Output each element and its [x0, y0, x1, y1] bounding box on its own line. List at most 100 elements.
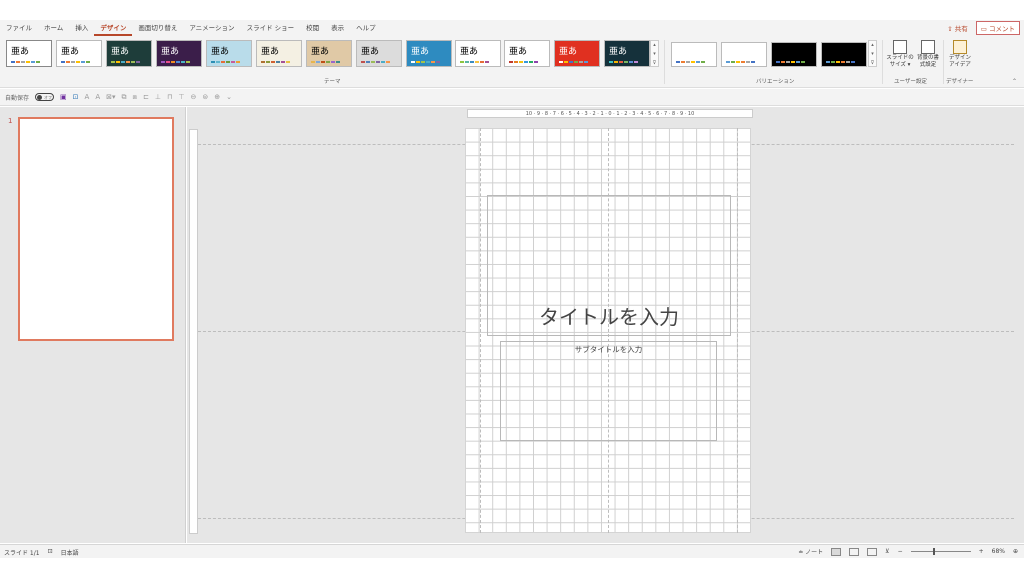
variation-color-swatches: [826, 61, 855, 63]
theme-color-swatches: [161, 61, 190, 63]
vertical-ruler: [189, 129, 198, 534]
guide-line[interactable]: [480, 128, 481, 533]
normal-view-icon[interactable]: [831, 547, 842, 556]
status-bar: スライド 1/1 ⊡ 日本語 ≐ ノート ⊻ − + 68% ⊕: [0, 544, 1024, 558]
slide-indicator: スライド 1/1: [4, 550, 40, 557]
theme-sample-text: 亜あ: [11, 47, 30, 57]
variation-thumbnail[interactable]: [771, 42, 817, 67]
notes-button[interactable]: ≐ ノート: [798, 547, 823, 556]
autosave-label: 自動保存: [5, 94, 30, 102]
tab-1[interactable]: ホーム: [38, 20, 69, 36]
designer-group-label: デザイナー: [946, 79, 974, 85]
zoom-in-icon[interactable]: +: [979, 548, 984, 555]
variation-thumbnail[interactable]: [671, 42, 717, 67]
slide-thumbnail[interactable]: [18, 117, 174, 341]
subtitle-placeholder[interactable]: サブタイトルを入力: [500, 341, 717, 441]
theme-thumbnail[interactable]: 亜あ: [156, 40, 202, 67]
variation-gallery-scroll[interactable]: ▴ ▾ ⊽: [868, 40, 877, 67]
variation-color-swatches: [776, 61, 805, 63]
theme-sample-text: 亜あ: [261, 47, 280, 57]
variation-thumbnail[interactable]: [821, 42, 867, 67]
slide-size-label: スライドの サイズ ▾: [886, 55, 914, 68]
arrange-icon[interactable]: ⊕: [214, 93, 220, 101]
align-bottom-icon[interactable]: ⊥: [155, 93, 161, 101]
theme-color-swatches: [559, 61, 588, 63]
theme-thumbnail[interactable]: 亜あ: [504, 40, 550, 67]
font-grow-icon[interactable]: A: [85, 93, 90, 101]
reading-view-icon[interactable]: [867, 547, 878, 556]
title-placeholder[interactable]: タイトルを入力: [487, 195, 731, 336]
design-ribbon: ▴ ▾ ⊽ テーマ バリエーション ▴ ▾ ⊽ スライドの サイズ ▾ 背景の書 式設定…: [0, 36, 1024, 88]
theme-thumbnail[interactable]: 亜あ: [6, 40, 52, 67]
zoom-out-icon[interactable]: −: [898, 548, 903, 555]
tab-5[interactable]: アニメーション: [183, 20, 240, 36]
theme-color-swatches: [311, 61, 340, 63]
align-center-icon[interactable]: ⊓: [167, 93, 172, 101]
tab-8[interactable]: 表示: [325, 20, 350, 36]
theme-sample-text: 亜あ: [559, 47, 578, 57]
ribbon-tabs: ファイル ホーム 挿入 デザイン 画面切り替え アニメーション スライド ショー 校閲 表示 ヘル…: [0, 20, 1024, 36]
theme-color-swatches: [460, 61, 489, 63]
slides-pane: 1: [0, 107, 186, 543]
spellcheck-icon[interactable]: ⊡: [48, 548, 53, 557]
theme-thumbnail[interactable]: 亜あ: [56, 40, 102, 67]
design-ideas-button[interactable]: デザイン アイデア: [946, 40, 974, 69]
theme-sample-text: 亜あ: [361, 47, 380, 57]
theme-color-swatches: [261, 61, 290, 63]
align-top-icon[interactable]: ⊤: [178, 93, 184, 101]
format-background-button[interactable]: 背景の書 式設定: [914, 40, 942, 69]
guide-line[interactable]: [737, 128, 738, 533]
slide-sorter-icon[interactable]: [849, 547, 860, 556]
align-left-icon[interactable]: ⊏: [143, 93, 149, 101]
quick-access-toolbar: 自動保存 オフ ▣ ⊡ A A ⊠▾ ⧉ ⧈ ⊏ ⊥ ⊓ ⊤ ⊖ ⊜ ⊕ ⌄: [0, 89, 1024, 106]
fit-slide-icon[interactable]: ⊕: [1013, 548, 1018, 555]
theme-sample-text: 亜あ: [609, 47, 628, 57]
group-icon[interactable]: ⧉: [122, 93, 127, 102]
variations-group-label: バリエーション: [756, 79, 795, 85]
tab-4[interactable]: 画面切り替え: [132, 20, 183, 36]
qat-customize-icon[interactable]: ⌄: [226, 93, 232, 101]
theme-color-swatches: [211, 61, 240, 63]
notes-label: ノート: [805, 549, 824, 556]
theme-thumbnail[interactable]: 亜あ: [206, 40, 252, 67]
theme-thumbnail[interactable]: 亜あ: [406, 40, 452, 67]
theme-thumbnail[interactable]: 亜あ: [455, 40, 501, 67]
theme-sample-text: 亜あ: [111, 47, 130, 57]
variation-thumbnail[interactable]: [721, 42, 767, 67]
theme-thumbnail[interactable]: 亜あ: [306, 40, 352, 67]
theme-thumbnail[interactable]: 亜あ: [604, 40, 650, 67]
ribbon-separator: [943, 40, 944, 84]
present-icon[interactable]: ⊡: [73, 93, 79, 101]
powerpoint-window: ファイル ホーム 挿入 デザイン 画面切り替え アニメーション スライド ショー 校閲 表示 ヘル…: [0, 0, 1024, 576]
tab-7[interactable]: 校閲: [300, 20, 325, 36]
save-icon[interactable]: ▣: [60, 93, 67, 101]
theme-thumbnail[interactable]: 亜あ: [554, 40, 600, 67]
slide-number: 1: [8, 117, 13, 125]
distribute-h-icon[interactable]: ⊖: [191, 93, 197, 101]
theme-gallery-scroll[interactable]: ▴ ▾ ⊽: [650, 40, 659, 67]
theme-thumbnail[interactable]: 亜あ: [356, 40, 402, 67]
tab-2[interactable]: 挿入: [69, 20, 94, 36]
title-placeholder-text: タイトルを入力: [539, 305, 679, 329]
tab-9[interactable]: ヘルプ: [350, 20, 382, 36]
theme-color-swatches: [61, 61, 90, 63]
theme-sample-text: 亜あ: [61, 47, 80, 57]
shape-tool-icon[interactable]: ⊠▾: [106, 93, 115, 101]
share-button[interactable]: ⇪ 共有: [943, 21, 972, 35]
tab-6[interactable]: スライド ショー: [241, 20, 301, 36]
slide-size-button[interactable]: スライドの サイズ ▾: [886, 40, 914, 69]
theme-thumbnail[interactable]: 亜あ: [106, 40, 152, 67]
theme-thumbnail[interactable]: 亜あ: [256, 40, 302, 67]
autosave-toggle[interactable]: オフ: [35, 93, 55, 101]
distribute-v-icon[interactable]: ⊜: [202, 93, 208, 101]
font-shrink-icon[interactable]: A: [95, 93, 100, 101]
language-indicator[interactable]: 日本語: [61, 548, 79, 557]
comment-button[interactable]: ▭ コメント: [975, 21, 1020, 35]
zoom-slider[interactable]: [910, 548, 971, 555]
tab-0[interactable]: ファイル: [0, 20, 38, 36]
tab-3[interactable]: デザイン: [94, 20, 133, 36]
zoom-level[interactable]: 68%: [992, 548, 1005, 555]
slideshow-icon[interactable]: ⊻: [885, 548, 889, 555]
ungroup-icon[interactable]: ⧈: [133, 93, 137, 102]
collapse-ribbon-icon[interactable]: ⌃: [1012, 78, 1017, 85]
